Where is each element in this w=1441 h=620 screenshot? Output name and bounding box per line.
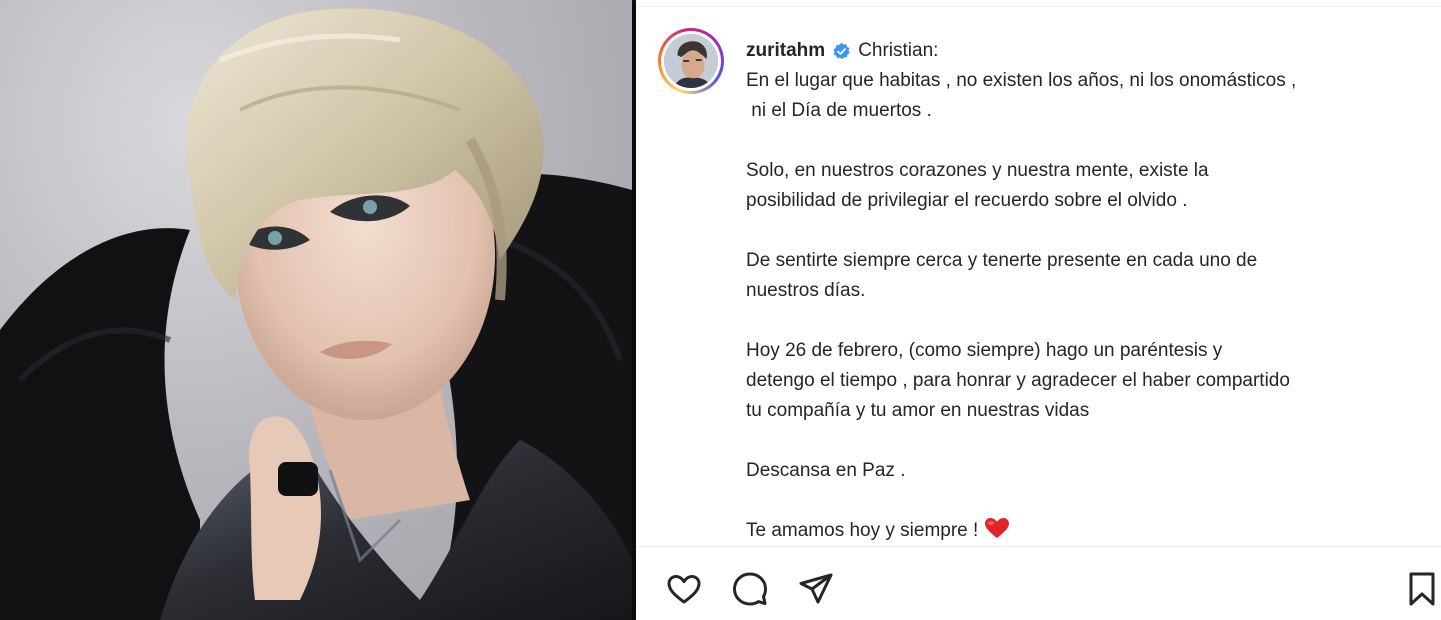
caption-scroll-area[interactable]: zuritahm Christian: En el lugar que habi… [636, 0, 1441, 546]
username-link[interactable]: zuritahm [746, 36, 825, 66]
caption-line: Solo, en nuestros corazones y nuestra me… [746, 160, 1209, 181]
caption-paragraph-4: Hoy 26 de febrero, (como siempre) hago u… [746, 336, 1426, 426]
profile-photo-icon [664, 34, 718, 88]
share-button[interactable] [796, 569, 836, 609]
comment-button[interactable] [730, 569, 770, 609]
caption-greeting: Christian: [858, 40, 939, 61]
save-button[interactable] [1402, 569, 1441, 609]
red-heart-emoji-icon [985, 518, 1010, 538]
caption-line: detengo el tiempo , para honrar y agrade… [746, 370, 1290, 391]
post-photo[interactable] [0, 0, 632, 620]
caption-line: En el lugar que habitas , no existen los… [746, 70, 1297, 91]
like-button[interactable] [664, 569, 704, 609]
caption-paragraph-3: De sentirte siempre cerca y tenerte pres… [746, 246, 1426, 306]
caption-line: Descansa en Paz . [746, 460, 906, 481]
caption-paragraph-6: Te amamos hoy y siempre ! [746, 516, 1426, 546]
caption-line: Hoy 26 de febrero, (como siempre) hago u… [746, 340, 1223, 361]
comment-icon [733, 572, 767, 606]
caption-line: tu compañía y tu amor en nuestras vidas [746, 400, 1090, 421]
bookmark-icon [1409, 572, 1435, 606]
caption-line: nuestros días. [746, 280, 866, 301]
post-caption: zuritahm Christian: En el lugar que habi… [746, 36, 1426, 546]
post-actions-bar [636, 547, 1441, 620]
caption-line: posibilidad de privilegiar el recuerdo s… [746, 190, 1188, 211]
caption-paragraph-1: En el lugar que habitas , no existen los… [746, 66, 1426, 126]
caption-paragraph-2: Solo, en nuestros corazones y nuestra me… [746, 156, 1426, 216]
verified-badge-icon [833, 42, 850, 59]
paper-plane-icon [799, 573, 833, 604]
caption-line: De sentirte siempre cerca y tenerte pres… [746, 250, 1258, 271]
caption-line: Te amamos hoy y siempre ! [746, 520, 979, 541]
post-panel: zuritahm Christian: En el lugar que habi… [636, 0, 1441, 620]
portrait-illustration [0, 8, 632, 620]
heart-icon [667, 575, 701, 604]
caption-paragraph-5: Descansa en Paz . [746, 456, 1426, 486]
caption-line: ni el Día de muertos . [746, 100, 932, 121]
avatar[interactable] [658, 28, 724, 94]
